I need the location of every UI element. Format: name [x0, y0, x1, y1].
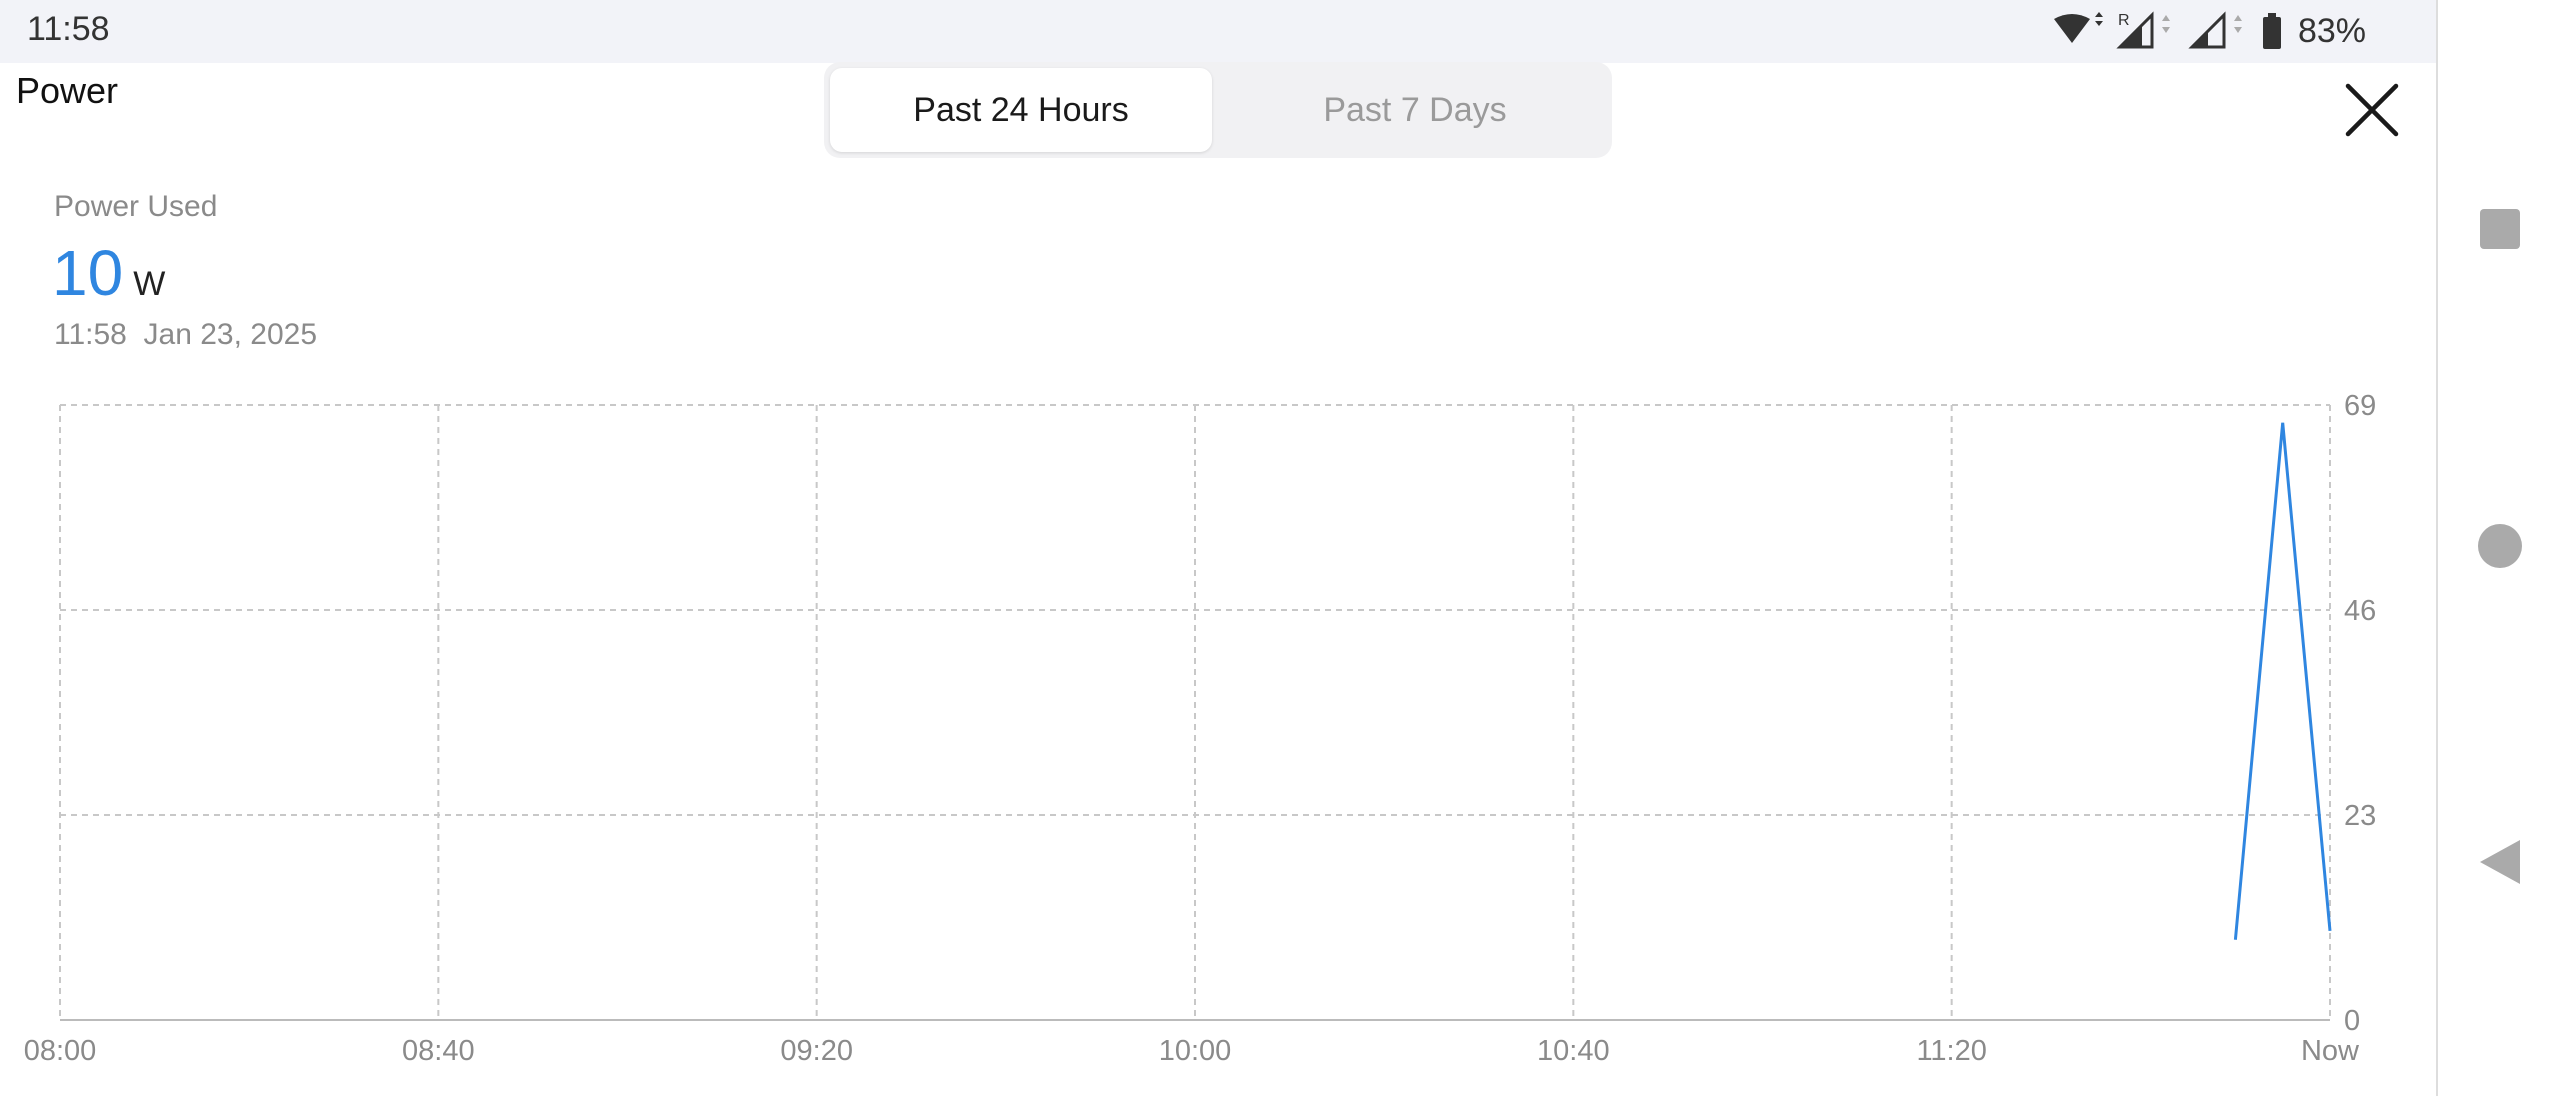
y-tick-label: 46: [2344, 595, 2376, 627]
home-icon: [2477, 523, 2523, 574]
y-tick-label: 0: [2344, 1005, 2360, 1037]
status-icons: R 83%: [2052, 9, 2366, 53]
close-icon: [2344, 82, 2400, 143]
power-unit: W: [133, 265, 166, 303]
recents-button[interactable]: [2474, 205, 2526, 257]
power-value: 10: [52, 237, 124, 309]
close-button[interactable]: [2340, 80, 2404, 144]
x-tick-label: 10:40: [1537, 1035, 1610, 1067]
status-time: 11:58: [27, 10, 110, 48]
back-icon: [2478, 838, 2522, 891]
power-screen: 11:58 R 83% Power Past 24 Hours Past 7 D…: [0, 0, 2560, 1096]
svg-text:R: R: [2118, 12, 2130, 29]
power-timestamp: 11:58 Jan 23, 2025: [54, 318, 317, 351]
navigation-bar: [2436, 0, 2560, 1096]
battery-percent: 83%: [2297, 11, 2366, 50]
x-tick-label: 08:00: [24, 1035, 97, 1067]
tab-past-24-hours[interactable]: Past 24 Hours: [830, 68, 1212, 152]
x-tick-label: 08:40: [402, 1035, 475, 1067]
power-line-chart: 0 23 46 69 08:00 08:40 09:20 10:00 10:40 11:20 Now: [24, 390, 2377, 1067]
back-button[interactable]: [2474, 838, 2526, 890]
wifi-icon: [2052, 11, 2108, 51]
power-value-row: 10 W: [52, 236, 165, 310]
y-tick-label: 23: [2344, 800, 2376, 832]
battery-icon: [2260, 11, 2284, 51]
recents-icon: [2478, 207, 2522, 256]
x-tick-label: 09:20: [780, 1035, 853, 1067]
y-tick-label: 69: [2344, 390, 2376, 422]
signal-roaming-icon: R: [2116, 11, 2180, 51]
home-button[interactable]: [2474, 522, 2526, 574]
x-tick-label: 10:00: [1159, 1035, 1232, 1067]
status-bar: 11:58 R 83%: [0, 0, 2436, 63]
power-used-label: Power Used: [54, 190, 218, 223]
series-line: [2233, 422, 2332, 940]
signal-icon: [2188, 11, 2252, 51]
tab-past-7-days[interactable]: Past 7 Days: [1224, 68, 1606, 152]
x-tick-label: Now: [2301, 1035, 2360, 1067]
page-title: Power: [16, 70, 119, 111]
time-range-tabs: Past 24 Hours Past 7 Days: [824, 62, 1612, 158]
x-tick-label: 11:20: [1916, 1035, 1986, 1067]
